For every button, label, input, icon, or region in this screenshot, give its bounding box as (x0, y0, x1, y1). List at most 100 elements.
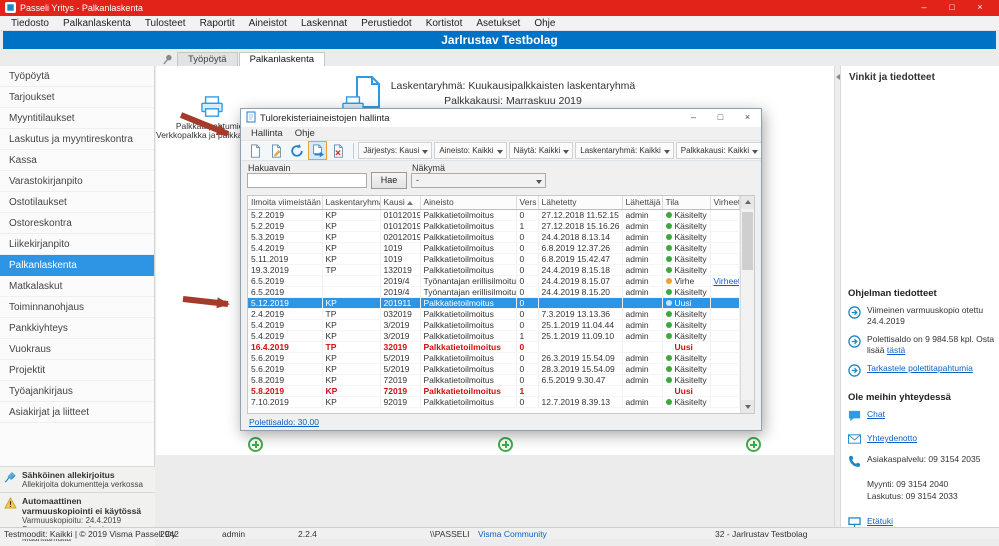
edit-document-icon[interactable] (266, 141, 286, 160)
menu-item[interactable]: Ohje (527, 16, 562, 31)
table-row[interactable]: 2.4.2019 TP 032019 Palkkatietoilmoitus 0… (248, 308, 740, 320)
menu-item[interactable]: Tulosteet (138, 16, 193, 31)
esign-panel[interactable]: Sähköinen allekirjoitus Allekirjoita dok… (0, 466, 155, 492)
toolbar-filter-dropdown[interactable]: Aineisto: Kaikki (434, 142, 507, 159)
table-row[interactable]: 5.2.2019 KP 01012019 Palkkatietoilmoitus… (248, 209, 740, 221)
table-row[interactable]: 5.11.2019 KP 1019 Palkkatietoilmoitus 0 … (248, 253, 740, 265)
column-header[interactable]: Virheet (710, 196, 740, 210)
pin-icon[interactable] (160, 53, 174, 66)
column-header[interactable]: Vers (516, 196, 539, 210)
column-header[interactable]: Ilmoita viimeistään (248, 196, 323, 210)
dialog-close-button[interactable]: × (734, 109, 761, 127)
sidebar-item[interactable]: Ostoreskontra (0, 213, 154, 234)
cell-version: 0 (516, 286, 539, 298)
send-material-icon[interactable] (307, 141, 328, 160)
sidebar-item[interactable]: Myyntitilaukset (0, 108, 154, 129)
sidebar-item[interactable]: Pankkiyhteys (0, 318, 154, 339)
cell-deadline: 5.2.2019 (248, 220, 323, 232)
toolbar-filter-dropdown[interactable]: Näytä: Kaikki (508, 142, 574, 159)
menu-item[interactable]: Raportit (193, 16, 242, 31)
contact-link[interactable]: Yhteydenotto (867, 433, 917, 447)
table-row[interactable]: 16.4.2019 TP 32019 Palkkatietoilmoitus 0… (248, 341, 740, 353)
table-row[interactable]: 19.3.2019 TP 132019 Palkkatietoilmoitus … (248, 264, 740, 276)
table-row[interactable]: 6.5.2019 2019/4 Työnantajan erillisilmoi… (248, 286, 740, 298)
maximize-button[interactable]: □ (938, 0, 966, 16)
table-row[interactable]: 5.12.2019 KP 201911 Palkkatietoilmoitus … (248, 297, 740, 309)
table-scrollbar[interactable] (740, 196, 754, 413)
sidebar-item[interactable]: Tarjoukset (0, 87, 154, 108)
new-document-icon[interactable] (245, 141, 265, 160)
sidebar-item[interactable]: Projektit (0, 360, 154, 381)
cell-material: Palkkatietoilmoitus (420, 396, 517, 408)
delete-icon[interactable] (328, 141, 348, 160)
table-row[interactable]: 5.8.2019 KP 72019 Palkkatietoilmoitus 1 … (248, 385, 740, 397)
menu-item[interactable]: Aineistot (242, 16, 294, 31)
community-link[interactable]: Visma Community (478, 529, 547, 539)
column-header[interactable]: Tila (662, 196, 711, 210)
menu-item[interactable]: Kortistot (419, 16, 470, 31)
sidebar-item[interactable]: Työpöytä (0, 66, 154, 87)
tab[interactable]: Palkanlaskenta (238, 52, 325, 66)
dialog-menu-item[interactable]: Hallinta (245, 127, 289, 140)
token-balance-link[interactable]: Polettisaldo: 30.00 (249, 417, 319, 427)
toolbar-filter-dropdown[interactable]: Järjestys: Kausi (358, 142, 433, 159)
add-button-center[interactable] (498, 437, 513, 452)
column-header[interactable]: Lähetetty (538, 196, 623, 210)
table-row[interactable]: 7.10.2019 KP 92019 Palkkatietoilmoitus 0… (248, 396, 740, 408)
menu-item[interactable]: Palkanlaskenta (56, 16, 138, 31)
menu-item[interactable]: Tiedosto (4, 16, 56, 31)
scrollbar-thumb[interactable] (742, 212, 753, 270)
close-button[interactable]: × (966, 0, 994, 16)
column-header[interactable]: Laskentaryhmä (322, 196, 381, 210)
toolbar-filter-dropdown[interactable]: Palkkakausi: Kaikki (675, 142, 761, 159)
table-row[interactable]: 5.8.2019 KP 72019 Palkkatietoilmoitus 0 … (248, 374, 740, 386)
scroll-down-icon[interactable] (741, 400, 754, 413)
sidebar-item[interactable]: Matkalaskut (0, 276, 154, 297)
dialog-menu-item[interactable]: Ohje (289, 127, 321, 140)
toolbar-filter-dropdown[interactable]: Laskentaryhmä: Kaikki (575, 142, 674, 159)
sidebar-item[interactable]: Toiminnanohjaus (0, 297, 154, 318)
scroll-up-icon[interactable] (741, 196, 754, 209)
sidebar-item[interactable]: Asiakirjat ja liitteet (0, 402, 154, 423)
column-header[interactable]: Kausi (380, 196, 421, 210)
table-row[interactable]: 5.4.2019 KP 1019 Palkkatietoilmoitus 0 6… (248, 242, 740, 254)
sidebar-item[interactable]: Laskutus ja myyntireskontra (0, 129, 154, 150)
menu-item[interactable]: Asetukset (469, 16, 527, 31)
tab[interactable]: Työpöytä (177, 52, 238, 66)
menu-item[interactable]: Perustiedot (354, 16, 419, 31)
add-button-left[interactable] (248, 437, 263, 452)
refresh-icon[interactable] (287, 141, 307, 160)
table-row[interactable]: 6.5.2019 2019/4 Työnantajan erillisilmoi… (248, 275, 740, 287)
table-row[interactable]: 5.4.2019 KP 3/2019 Palkkatietoilmoitus 0… (248, 319, 740, 331)
table-row[interactable]: 5.6.2019 KP 5/2019 Palkkatietoilmoitus 0… (248, 363, 740, 375)
cell-group: KP (322, 330, 381, 342)
titlebar: Passeli Yritys - Palkanlaskenta – □ × (0, 0, 999, 16)
search-button[interactable]: Hae (371, 172, 407, 189)
chat-link[interactable]: Chat (867, 409, 885, 426)
sidebar-item[interactable]: Työajankirjaus (0, 381, 154, 402)
sidebar-item[interactable]: Palkanlaskenta (0, 255, 154, 276)
table-row[interactable]: 5.3.2019 KP 02012019 Palkkatietoilmoitus… (248, 231, 740, 243)
sidebar-item[interactable]: Ostotilaukset (0, 192, 154, 213)
token-events-link[interactable]: Tarkastele polettitapahtumia (867, 363, 973, 380)
table-row[interactable]: 5.6.2019 KP 5/2019 Palkkatietoilmoitus 0… (248, 352, 740, 364)
table-row[interactable]: 5.2.2019 KP 01012019 Palkkatietoilmoitus… (248, 220, 740, 232)
column-header[interactable]: Lähettäjä (622, 196, 663, 210)
menu-item[interactable]: Laskennat (294, 16, 354, 31)
column-header[interactable]: Aineisto (420, 196, 517, 210)
sidebar-item[interactable]: Kassa (0, 150, 154, 171)
search-input[interactable] (247, 173, 367, 188)
panel-splitter[interactable] (834, 66, 841, 527)
view-dropdown[interactable]: - (411, 173, 546, 188)
add-button-right[interactable] (746, 437, 761, 452)
table-row[interactable]: 5.4.2019 KP 3/2019 Palkkatietoilmoitus 1… (248, 330, 740, 342)
cell-group: KP (322, 374, 381, 386)
dialog-maximize-button[interactable]: □ (707, 109, 734, 127)
errors-link[interactable]: Virheet (714, 276, 739, 286)
minimize-button[interactable]: – (910, 0, 938, 16)
sidebar-item[interactable]: Vuokraus (0, 339, 154, 360)
sidebar-item[interactable]: Liikekirjanpito (0, 234, 154, 255)
dialog-minimize-button[interactable]: – (680, 109, 707, 127)
buy-tokens-link[interactable]: tästä (887, 345, 905, 355)
sidebar-item[interactable]: Varastokirjanpito (0, 171, 154, 192)
